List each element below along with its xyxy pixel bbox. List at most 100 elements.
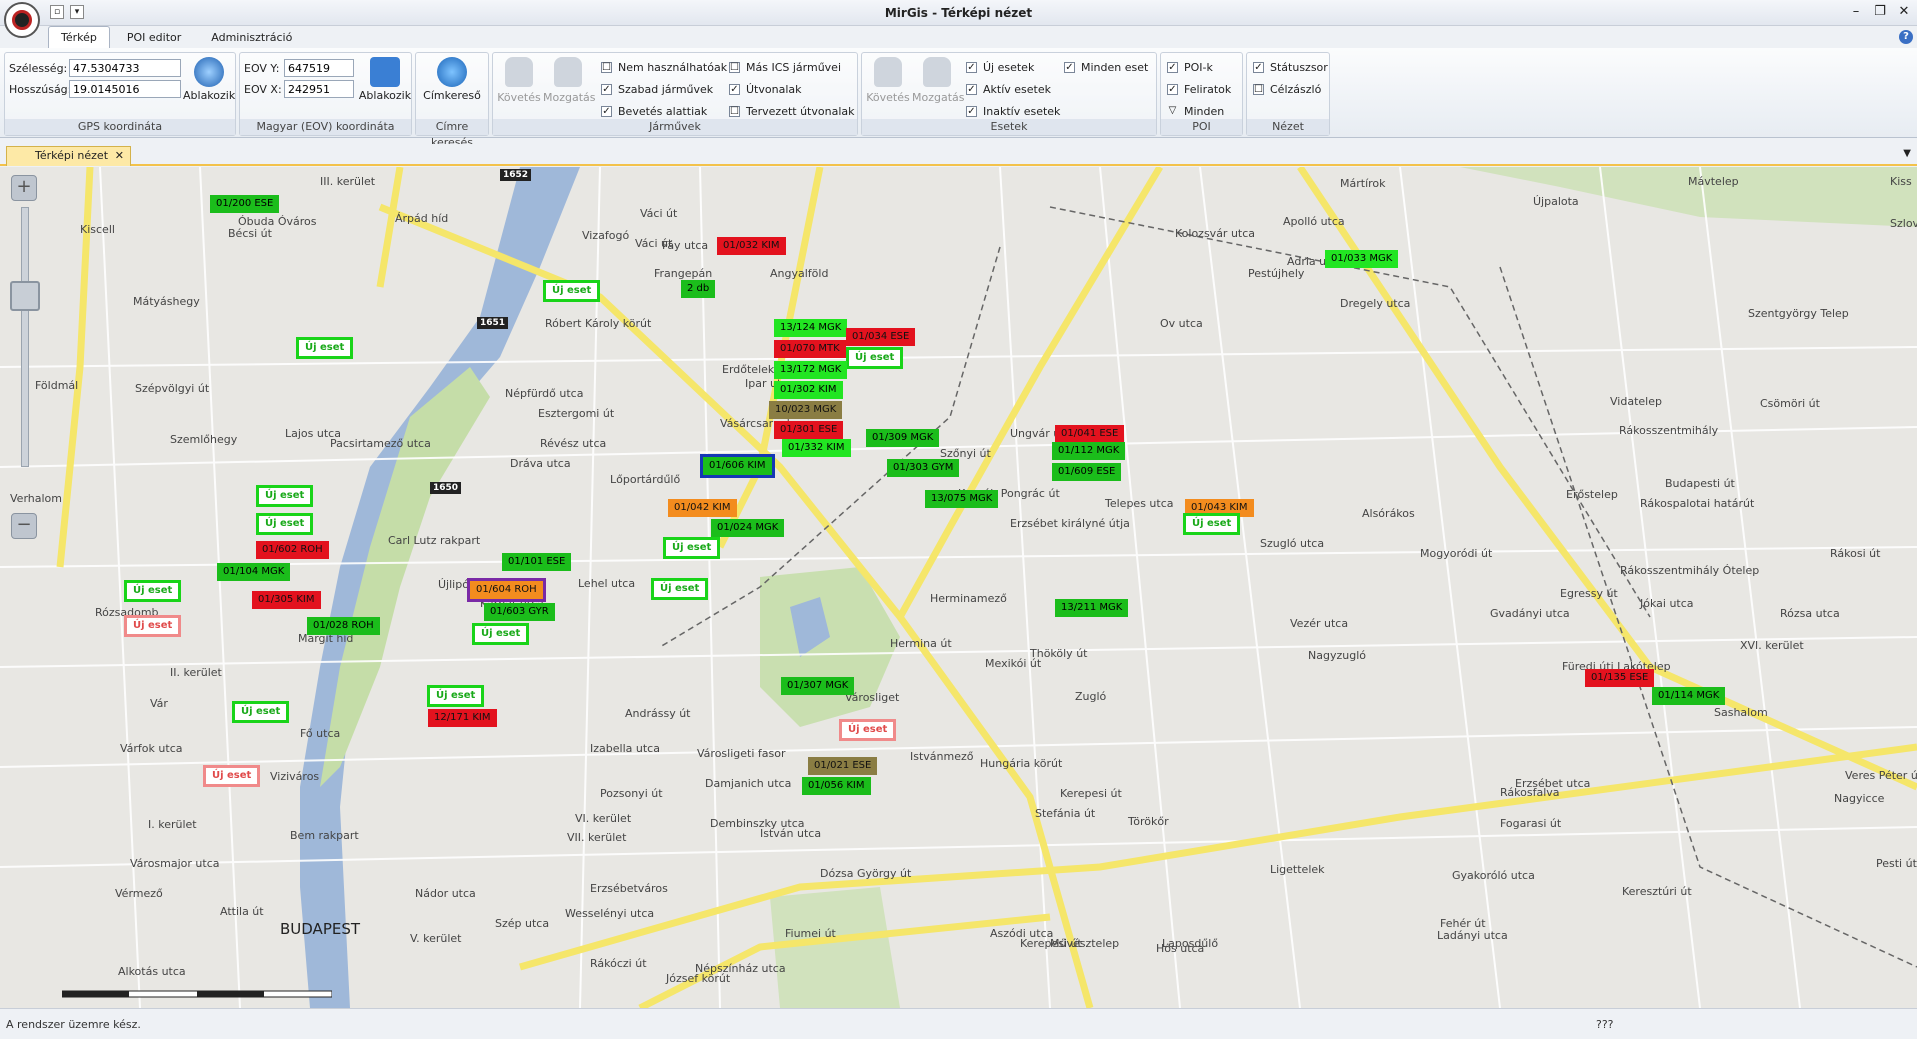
cb-pois[interactable]: ✓ POI-k xyxy=(1167,61,1213,74)
cb-new-events[interactable]: ✓ Új esetek xyxy=(966,61,1034,74)
checkbox[interactable]: ✓ xyxy=(966,62,977,73)
checkbox[interactable]: ☐ xyxy=(1253,84,1264,95)
vehicle-tag[interactable]: 01/056 KIM xyxy=(802,777,871,795)
lat-input[interactable] xyxy=(69,59,181,77)
vehicle-tag[interactable]: 01/042 KIM xyxy=(668,499,737,517)
cb-active-events[interactable]: ✓ Aktív esetek xyxy=(966,83,1051,96)
vehicle-tag[interactable]: 01/112 MGK xyxy=(1052,442,1126,460)
checkbox[interactable]: ✓ xyxy=(729,84,740,95)
vehicle-tag[interactable]: 01/307 MGK xyxy=(781,677,855,695)
event-tag[interactable]: Új eset xyxy=(839,719,897,741)
restore-icon[interactable]: ❐ xyxy=(1873,4,1887,19)
app-logo[interactable] xyxy=(4,2,40,38)
event-tag[interactable]: Új eset xyxy=(124,615,182,637)
lon-input[interactable] xyxy=(69,80,181,98)
cb-target-flag[interactable]: ☐ Célzászló xyxy=(1253,83,1321,96)
event-tag[interactable]: Új eset xyxy=(1183,513,1241,535)
checkbox[interactable]: ✓ xyxy=(1167,62,1178,73)
checkbox[interactable]: ✓ xyxy=(966,84,977,95)
vehicle-tag[interactable]: 01/033 MGK xyxy=(1325,250,1399,268)
event-tag[interactable]: Új eset xyxy=(651,578,709,600)
vehicle-tag[interactable]: 01/114 MGK xyxy=(1652,687,1726,705)
vehicle-tag[interactable]: 13/124 MGK xyxy=(774,319,848,337)
vehicle-tag[interactable]: 01/604 ROH xyxy=(467,578,546,602)
vehicle-tag[interactable]: 01/305 KIM xyxy=(252,591,321,609)
cb-labels[interactable]: ✓ Feliratok xyxy=(1167,83,1231,96)
vehicle-tag[interactable]: 01/135 ESE xyxy=(1585,669,1655,687)
eov-x-input[interactable] xyxy=(284,80,354,98)
gps-window-button[interactable]: Ablakozik xyxy=(183,57,235,102)
vehicle-tag[interactable]: 01/104 MGK xyxy=(217,563,291,581)
eov-y-input[interactable] xyxy=(284,59,354,77)
cb-unusable[interactable]: ☐ Nem használhatóak xyxy=(601,61,727,74)
vehicle-tag[interactable]: 01/301 ESE xyxy=(774,421,844,439)
cb-statusbar[interactable]: ✓ Státuszsor xyxy=(1253,61,1328,74)
checkbox[interactable]: ✓ xyxy=(601,84,612,95)
vehicle-tag[interactable]: 10/023 MGK xyxy=(769,401,843,419)
cb-deployed[interactable]: ✓ Bevetés alattiak xyxy=(601,105,707,118)
event-tag[interactable]: Új eset xyxy=(203,765,261,787)
cb-inactive-events[interactable]: ✓ Inaktív esetek xyxy=(966,105,1060,118)
chevron-down-icon[interactable]: ▼ xyxy=(1903,148,1911,159)
tab-admin[interactable]: Adminisztráció xyxy=(198,26,305,48)
vehicle-tag[interactable]: 01/070 MTK xyxy=(774,340,846,358)
checkbox[interactable]: ✓ xyxy=(1253,62,1264,73)
event-tag[interactable]: Új eset xyxy=(256,513,314,535)
vehicle-tag[interactable]: 01/024 MGK xyxy=(711,519,785,537)
vehicle-tag[interactable]: 01/028 ROH xyxy=(307,617,380,635)
cb-other-ics[interactable]: ☐ Más ICS járművei xyxy=(729,61,841,74)
vehicle-tag[interactable]: 01/101 ESE xyxy=(502,553,572,571)
checkbox[interactable]: ☐ xyxy=(729,106,740,117)
cb-planned-routes[interactable]: ☐ Tervezett útvonalak xyxy=(729,105,855,118)
vehicle-tag[interactable]: 01/606 KIM xyxy=(700,454,775,478)
event-tag[interactable]: Új eset xyxy=(296,337,354,359)
checkbox[interactable]: ✓ xyxy=(1167,84,1178,95)
tab-map-view[interactable]: Térképi nézet ✕ xyxy=(6,146,132,166)
vehicle-tag[interactable]: 01/609 ESE xyxy=(1052,463,1122,481)
tab-poi-editor[interactable]: POI editor xyxy=(114,26,194,48)
vehicle-tag[interactable]: 13/075 MGK xyxy=(925,490,999,508)
vehicle-tag[interactable]: 01/021 ESE xyxy=(808,757,878,775)
zoom-slider-handle[interactable] xyxy=(10,281,40,311)
event-move-button[interactable]: Mozgatás xyxy=(912,57,965,104)
checkbox[interactable]: ✓ xyxy=(1064,62,1075,73)
vehicle-tag[interactable]: 13/172 MGK xyxy=(774,361,848,379)
event-tag[interactable]: Új eset xyxy=(663,537,721,559)
vehicle-tag[interactable]: 01/603 GYR xyxy=(484,603,555,621)
close-tab-icon[interactable]: ✕ xyxy=(115,149,124,162)
checkbox[interactable]: ✓ xyxy=(601,106,612,117)
cb-all-poi[interactable]: ▽ Minden xyxy=(1167,105,1225,118)
cb-all-events[interactable]: ✓ Minden eset xyxy=(1064,61,1148,74)
cb-free-vehicles[interactable]: ✓ Szabad járművek xyxy=(601,83,713,96)
event-tag[interactable]: Új eset xyxy=(232,701,290,723)
vehicle-tag[interactable]: 13/211 MGK xyxy=(1055,599,1129,617)
vehicle-tag[interactable]: 01/303 GYM xyxy=(887,459,960,477)
vehicle-move-button[interactable]: Mozgatás xyxy=(543,57,596,104)
event-tag[interactable]: Új eset xyxy=(543,280,601,302)
checkbox[interactable]: ☐ xyxy=(601,62,612,73)
checkbox[interactable]: ☐ xyxy=(729,62,740,73)
zoom-in-button[interactable]: + xyxy=(11,175,37,201)
cb-routes[interactable]: ✓ Útvonalak xyxy=(729,83,801,96)
event-tag[interactable]: 2 db xyxy=(681,280,716,298)
vehicle-tag[interactable]: 01/034 ESE xyxy=(846,328,916,346)
zoom-slider[interactable] xyxy=(21,207,29,467)
vehicle-tag[interactable]: 01/032 KIM xyxy=(717,237,786,255)
vehicle-tag[interactable]: 01/332 KIM xyxy=(782,439,851,457)
vehicle-follow-button[interactable]: Követés xyxy=(497,57,541,104)
close-icon[interactable]: ✕ xyxy=(1897,4,1911,19)
eov-window-button[interactable]: Ablakozik xyxy=(358,57,412,102)
event-tag[interactable]: Új eset xyxy=(256,485,314,507)
vehicle-tag[interactable]: 12/171 KIM xyxy=(428,709,497,727)
checkbox[interactable]: ✓ xyxy=(966,106,977,117)
event-tag[interactable]: Új eset xyxy=(472,623,530,645)
zoom-out-button[interactable]: − xyxy=(11,513,37,539)
vehicle-tag[interactable]: 01/309 MGK xyxy=(866,429,940,447)
vehicle-tag[interactable]: 01/302 KIM xyxy=(774,381,843,399)
vehicle-tag[interactable]: 01/200 ESE xyxy=(210,195,280,213)
event-tag[interactable]: Új eset xyxy=(124,580,182,602)
event-tag[interactable]: Új eset xyxy=(427,685,485,707)
event-follow-button[interactable]: Követés xyxy=(866,57,910,104)
help-icon[interactable]: ? xyxy=(1899,30,1913,44)
map-view[interactable]: III. kerület Kiscell Óbuda Óváros Árpád híd… xyxy=(0,167,1917,1008)
